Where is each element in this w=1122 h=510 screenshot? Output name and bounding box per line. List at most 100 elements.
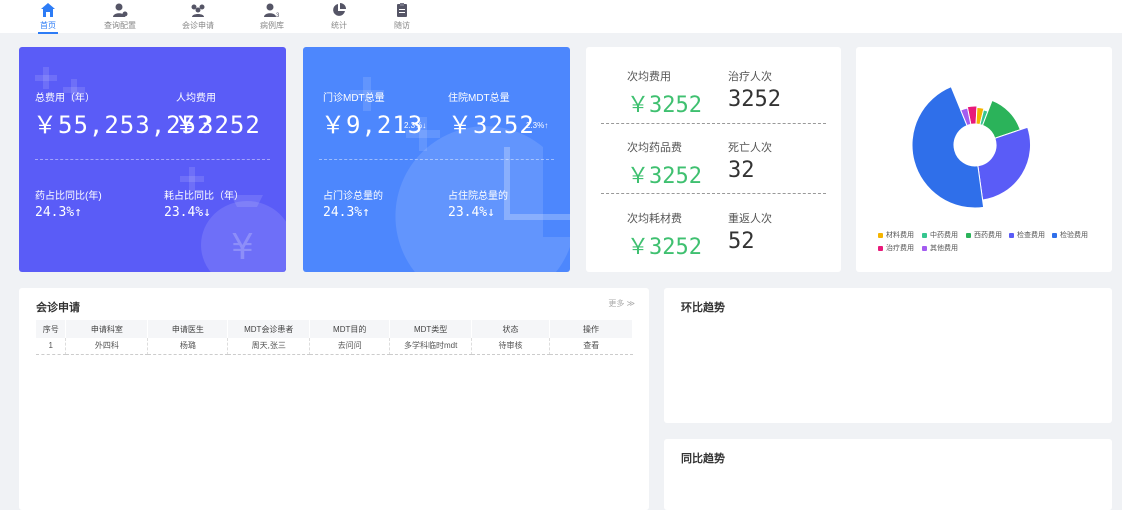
per-capita-cost-value: ￥3252 — [174, 111, 261, 139]
legend-label: 检验费用 — [1060, 232, 1088, 239]
nav-statistics-label: 统计 — [331, 21, 347, 30]
consumable-ratio-label: 耗占比同比（年） — [164, 191, 244, 202]
consult-panel-title: 会诊申请 — [36, 302, 80, 314]
consult-panel: 会诊申请 更多 ≫ 序号 申请科室 申请医生 MDT会诊患者 MDT目的 MDT… — [19, 288, 649, 510]
legend-label: 检查费用 — [1017, 232, 1045, 239]
nav-consult-apply[interactable]: 会诊申请 — [168, 2, 228, 32]
legend-label: 材料费用 — [886, 232, 914, 239]
legend-item[interactable]: 中药费用 — [922, 230, 958, 240]
nav-home[interactable]: 首页 — [18, 2, 78, 34]
cost-pie-chart — [911, 86, 1032, 209]
inpatient-ratio-value: 23.4%↓ — [448, 205, 495, 220]
pie-slice-4[interactable] — [977, 126, 1032, 201]
avg-consumable-cost-label: 次均耗材费 — [627, 213, 682, 225]
inpatient-ratio-label: 占住院总量的 — [448, 191, 508, 202]
home-icon — [41, 3, 55, 17]
drug-ratio-value: 24.3%↑ — [35, 205, 82, 220]
legend-swatch — [966, 232, 971, 238]
total-cost-card: ¥ 总费用（年） ￥55,253,252 人均费用 ￥3252 药占比同比(年)… — [19, 47, 286, 272]
treatment-count-value: 3252 — [728, 87, 781, 112]
legend-swatch — [1052, 232, 1057, 238]
nav-follow-up-label: 随访 — [394, 21, 410, 30]
view-link[interactable]: 查看 — [549, 338, 633, 355]
legend-item[interactable]: 检验费用 — [1052, 230, 1088, 240]
pie-slice-5[interactable] — [911, 86, 985, 209]
nav-case-library[interactable]: 3 病例库 — [242, 2, 302, 32]
col-type: MDT类型 — [389, 320, 473, 338]
total-cost-label: 总费用（年） — [35, 93, 95, 104]
mom-trend-panel: 环比趋势 — [664, 288, 1112, 423]
death-count-label: 死亡人次 — [728, 142, 772, 154]
legend-swatch — [1009, 232, 1014, 238]
cell-dept: 外四科 — [65, 338, 149, 355]
nav-follow-up[interactable]: 随访 — [372, 2, 432, 32]
avg-consumable-cost-value: ￥3252 — [627, 235, 702, 260]
col-doctor: 申请医生 — [147, 320, 229, 338]
col-action: 操作 — [549, 320, 633, 338]
col-dept: 申请科室 — [65, 320, 149, 338]
consumable-ratio-value: 23.4%↓ — [164, 205, 211, 220]
cell-type: 多学科临时mdt — [389, 338, 473, 355]
user-3-icon: 3 — [264, 3, 280, 18]
outpatient-ratio-value: 24.3%↑ — [323, 205, 370, 220]
avg-drug-cost-label: 次均药品费 — [627, 142, 682, 154]
yoy-trend-title: 同比趋势 — [681, 453, 725, 465]
col-patient: MDT会诊患者 — [227, 320, 311, 338]
inpatient-mdt-value: ￥3252 — [448, 111, 535, 139]
treatment-count-label: 治疗人次 — [728, 71, 772, 83]
legend-item[interactable]: 其他费用 — [922, 243, 958, 253]
legend-label: 西药费用 — [974, 232, 1002, 239]
death-count-value: 32 — [728, 158, 755, 183]
legend-label: 治疗费用 — [886, 245, 914, 252]
cell-purpose: 去问问 — [309, 338, 391, 355]
pie-chart-icon — [333, 3, 346, 16]
nav-consult-apply-label: 会诊申请 — [182, 21, 214, 30]
inpatient-mdt-label: 住院MDT总量 — [448, 93, 510, 104]
legend-swatch — [878, 232, 883, 238]
legend-swatch — [878, 245, 883, 251]
cost-composition-card: 材料费用 中药费用 西药费用 检查费用 检验费用治疗费用 其他费用 — [856, 47, 1112, 272]
legend-item[interactable]: 西药费用 — [966, 230, 1002, 240]
row-divider — [601, 123, 826, 124]
group-icon — [191, 4, 205, 17]
nav-case-library-label: 病例库 — [260, 21, 284, 30]
more-link[interactable]: 更多 ≫ — [608, 298, 635, 309]
yoy-trend-panel: 同比趋势 — [664, 439, 1112, 510]
avg-cost-value: ￥3252 — [627, 93, 702, 118]
col-status: 状态 — [471, 320, 551, 338]
legend-label: 中药费用 — [930, 232, 958, 239]
outpatient-mdt-pct: 2.3%↓ — [404, 121, 427, 130]
nav-query-config[interactable]: 查询配置 — [90, 2, 150, 32]
svg-text:3: 3 — [276, 13, 280, 18]
readmission-count-value: 52 — [728, 229, 755, 254]
row-divider — [601, 193, 826, 194]
outpatient-ratio-label: 占门诊总量的 — [323, 191, 383, 202]
nav-home-label: 首页 — [40, 21, 56, 30]
cell-patient: 周天,张三 — [227, 338, 311, 355]
card-divider — [35, 159, 270, 160]
average-stats-card: 次均费用 ￥3252 治疗人次 3252 次均药品费 ￥3252 死亡人次 32… — [586, 47, 841, 272]
card-divider — [319, 159, 554, 160]
legend-label: 其他费用 — [930, 245, 958, 252]
nav-statistics[interactable]: 统计 — [309, 2, 369, 32]
consult-table: 序号 申请科室 申请医生 MDT会诊患者 MDT目的 MDT类型 状态 操作 1… — [36, 320, 633, 355]
table-header-row: 序号 申请科室 申请医生 MDT会诊患者 MDT目的 MDT类型 状态 操作 — [36, 320, 633, 338]
legend-swatch — [922, 232, 927, 238]
drug-ratio-label: 药占比同比(年) — [35, 191, 102, 202]
legend-item[interactable]: 检查费用 — [1009, 230, 1045, 240]
readmission-count-label: 重返人次 — [728, 213, 772, 225]
legend-item[interactable]: 治疗费用 — [878, 243, 914, 253]
cell-doctor: 杨璐 — [147, 338, 229, 355]
avg-cost-label: 次均费用 — [627, 71, 671, 83]
user-settings-icon — [113, 3, 128, 17]
mdt-volume-card: 门诊MDT总量 ￥9,213 2.3%↓ 住院MDT总量 ￥3252 2.3%↑… — [303, 47, 570, 272]
col-purpose: MDT目的 — [309, 320, 391, 338]
cell-index: 1 — [36, 338, 67, 355]
inpatient-mdt-pct: 2.3%↑ — [526, 121, 549, 130]
cell-status: 待审核 — [471, 338, 551, 355]
svg-text:¥: ¥ — [231, 227, 254, 268]
table-row[interactable]: 1 外四科 杨璐 周天,张三 去问问 多学科临时mdt 待审核 查看 — [36, 338, 633, 355]
avg-drug-cost-value: ￥3252 — [627, 164, 702, 189]
clipboard-icon — [397, 3, 407, 17]
legend-item[interactable]: 材料费用 — [878, 230, 914, 240]
